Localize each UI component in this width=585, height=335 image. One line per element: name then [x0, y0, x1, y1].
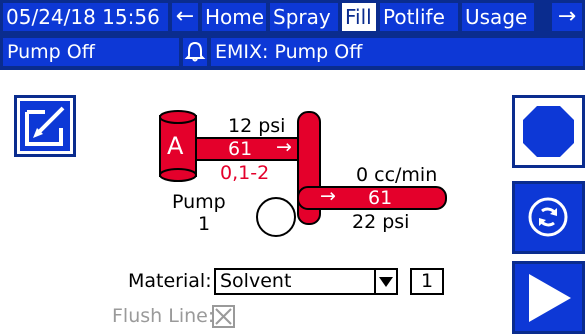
pump-circle — [256, 197, 296, 237]
pump-label: Pump — [172, 191, 226, 213]
flush-line-label: Flush Line: — [112, 305, 215, 327]
material-value: Solvent — [220, 270, 292, 292]
cycle-icon — [528, 197, 568, 237]
tab-usage[interactable]: Usage — [462, 3, 534, 31]
chevron-down-icon[interactable] — [374, 270, 396, 293]
alarm-bell-icon — [183, 38, 207, 66]
bell-icon — [184, 41, 206, 62]
top-nav-bar: 05/24/18 15:56 ← Home Spray Fill Potlife… — [0, 0, 585, 36]
material-label: Material: — [128, 270, 212, 292]
pump-status: Pump Off — [3, 38, 179, 66]
datetime-display: 05/24/18 15:56 — [3, 3, 168, 31]
stop-button[interactable] — [512, 95, 585, 168]
cycle-button[interactable] — [512, 181, 585, 254]
outlet-arrow-icon: → — [320, 185, 336, 207]
forward-arrow-button[interactable]: → — [552, 3, 582, 31]
inlet-pressure: 12 psi — [228, 115, 286, 137]
material-select[interactable]: Solvent — [214, 268, 398, 295]
tab-home[interactable]: Home — [202, 3, 266, 31]
status-bar: Pump Off EMIX: Pump Off — [0, 36, 585, 70]
play-button[interactable] — [512, 261, 585, 334]
material-count-field[interactable]: 1 — [410, 268, 444, 295]
flush-line-checkbox[interactable] — [212, 305, 235, 328]
tab-fill[interactable]: Fill — [342, 3, 376, 31]
outlet-flow-value: 61 — [368, 187, 393, 209]
inlet-flow-value: 61 — [228, 138, 253, 160]
outlet-flow: 0 cc/min — [356, 164, 438, 186]
inlet-setting: 0,1-2 — [220, 162, 270, 184]
fill-diagram: A 12 psi 61 → 0,1-2 0 cc/min → 61 22 psi… — [0, 70, 512, 260]
tab-potlife[interactable]: Potlife — [380, 3, 458, 31]
tank-label: A — [167, 132, 184, 160]
pump-number: 1 — [198, 213, 211, 235]
back-arrow-button[interactable]: ← — [172, 3, 198, 31]
outlet-pressure: 22 psi — [352, 211, 410, 233]
play-icon — [529, 274, 571, 322]
stop-icon — [523, 106, 574, 157]
tab-spray[interactable]: Spray — [270, 3, 338, 31]
disabled-x-icon — [215, 308, 232, 325]
inlet-arrow-icon: → — [276, 136, 292, 158]
alarm-message: EMIX: Pump Off — [211, 38, 583, 66]
